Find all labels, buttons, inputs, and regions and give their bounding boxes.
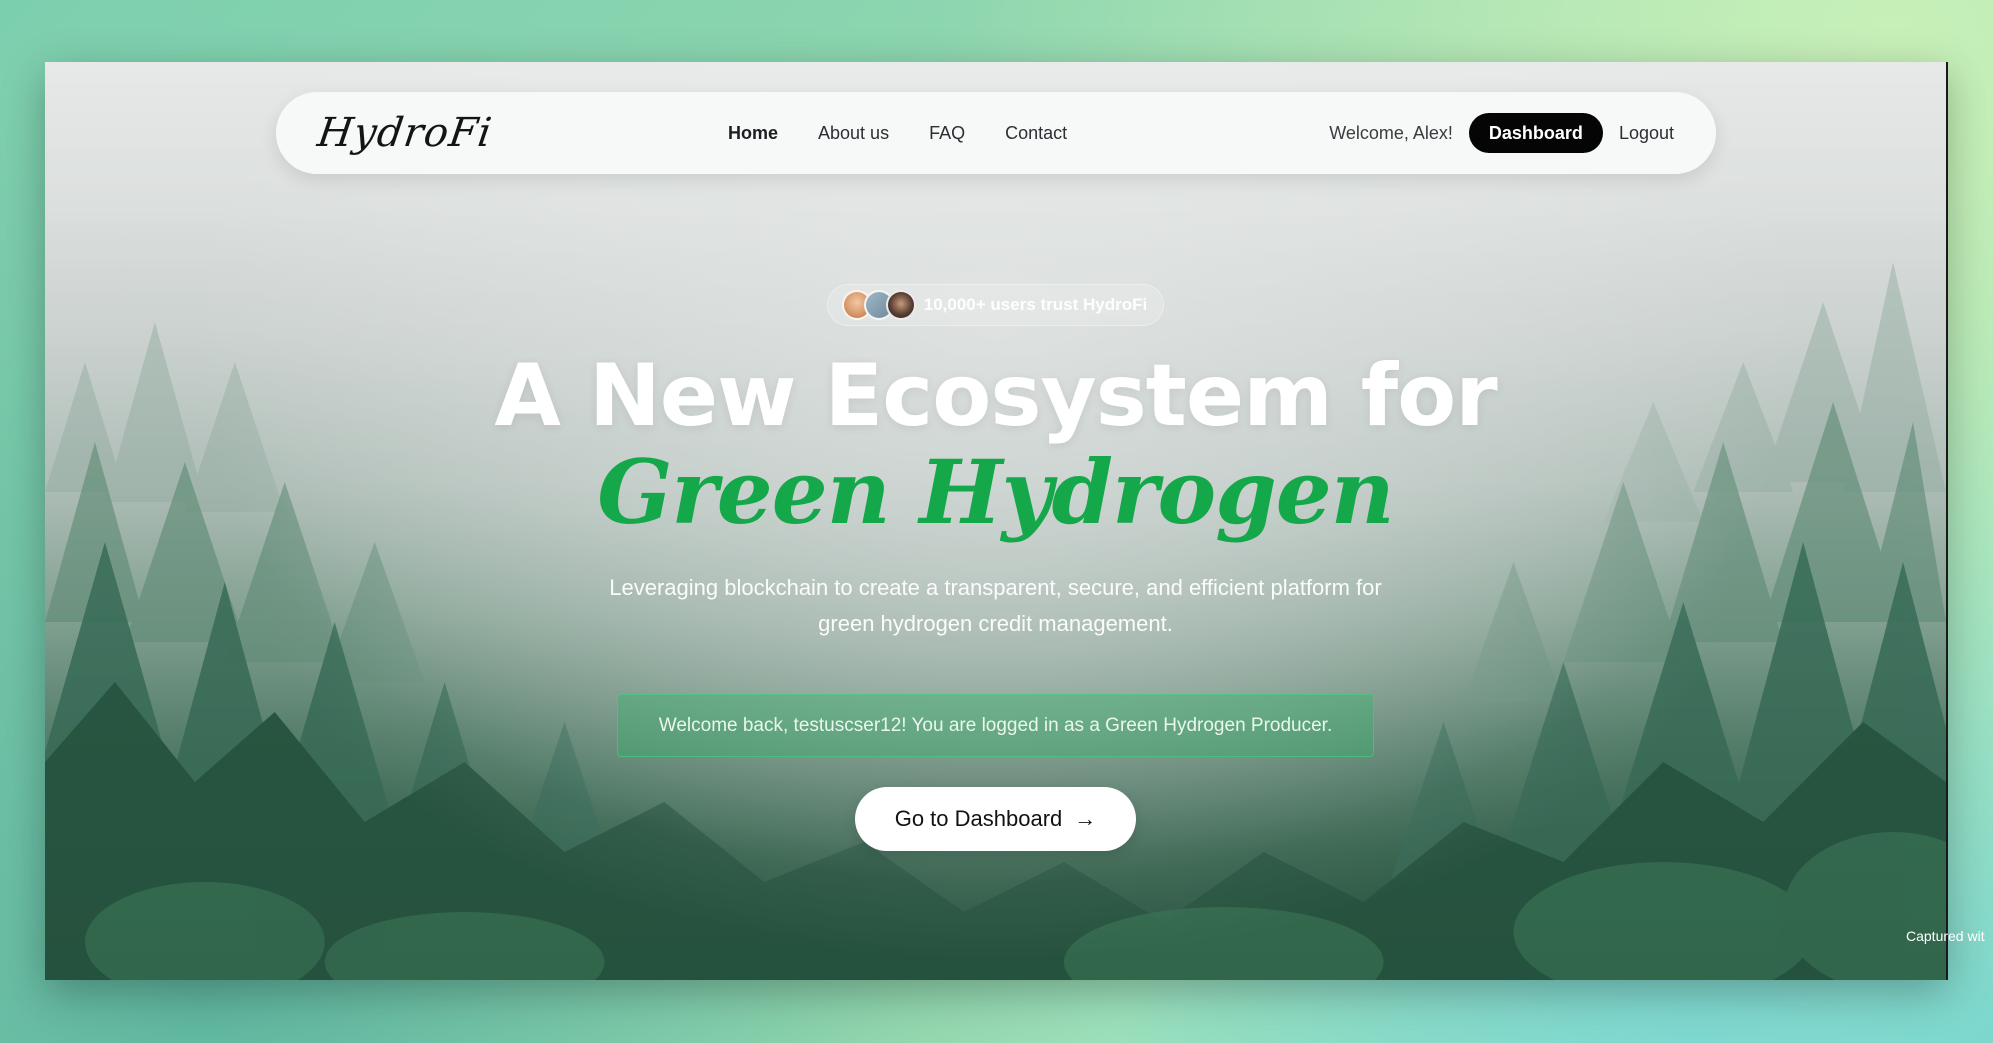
hero-title-highlight: Green Hydrogen (597, 440, 1394, 544)
cta-label: Go to Dashboard (894, 806, 1063, 831)
dashboard-button[interactable]: Dashboard (1468, 113, 1603, 153)
nav-link-contact[interactable]: Contact (1005, 123, 1067, 144)
login-status-notice: Welcome back, testuscser12! You are logg… (617, 694, 1374, 757)
capture-watermark: Captured wit (1906, 928, 1985, 944)
nav-links: Home About us FAQ Contact (728, 123, 1067, 144)
hero-section: 10,000+ users trust HydroFi A New Ecosys… (45, 284, 1946, 851)
user-avatars (841, 290, 916, 320)
trust-badge: 10,000+ users trust HydroFi (826, 284, 1165, 326)
nav-link-home[interactable]: Home (728, 123, 778, 144)
trust-text: 10,000+ users trust HydroFi (923, 295, 1148, 314)
hydrofi-logo[interactable]: HydroFi (315, 110, 701, 156)
avatar (885, 290, 916, 320)
hero-title: A New Ecosystem for (494, 346, 1497, 446)
nav-user-area: Welcome, Alex! Dashboard Logout (1329, 113, 1674, 153)
nav-link-faq[interactable]: FAQ (929, 123, 965, 144)
logout-link[interactable]: Logout (1619, 123, 1674, 144)
nav-link-about-us[interactable]: About us (818, 123, 889, 144)
top-navbar: HydroFi Home About us FAQ Contact Welcom… (276, 92, 1716, 174)
go-to-dashboard-button[interactable]: Go to Dashboard → (854, 787, 1137, 851)
welcome-text: Welcome, Alex! (1329, 122, 1453, 143)
hero-subtitle: Leveraging blockchain to create a transp… (609, 575, 1382, 636)
arrow-right-icon: → (1074, 806, 1097, 831)
browser-viewport: HydroFi Home About us FAQ Contact Welcom… (45, 62, 1948, 980)
